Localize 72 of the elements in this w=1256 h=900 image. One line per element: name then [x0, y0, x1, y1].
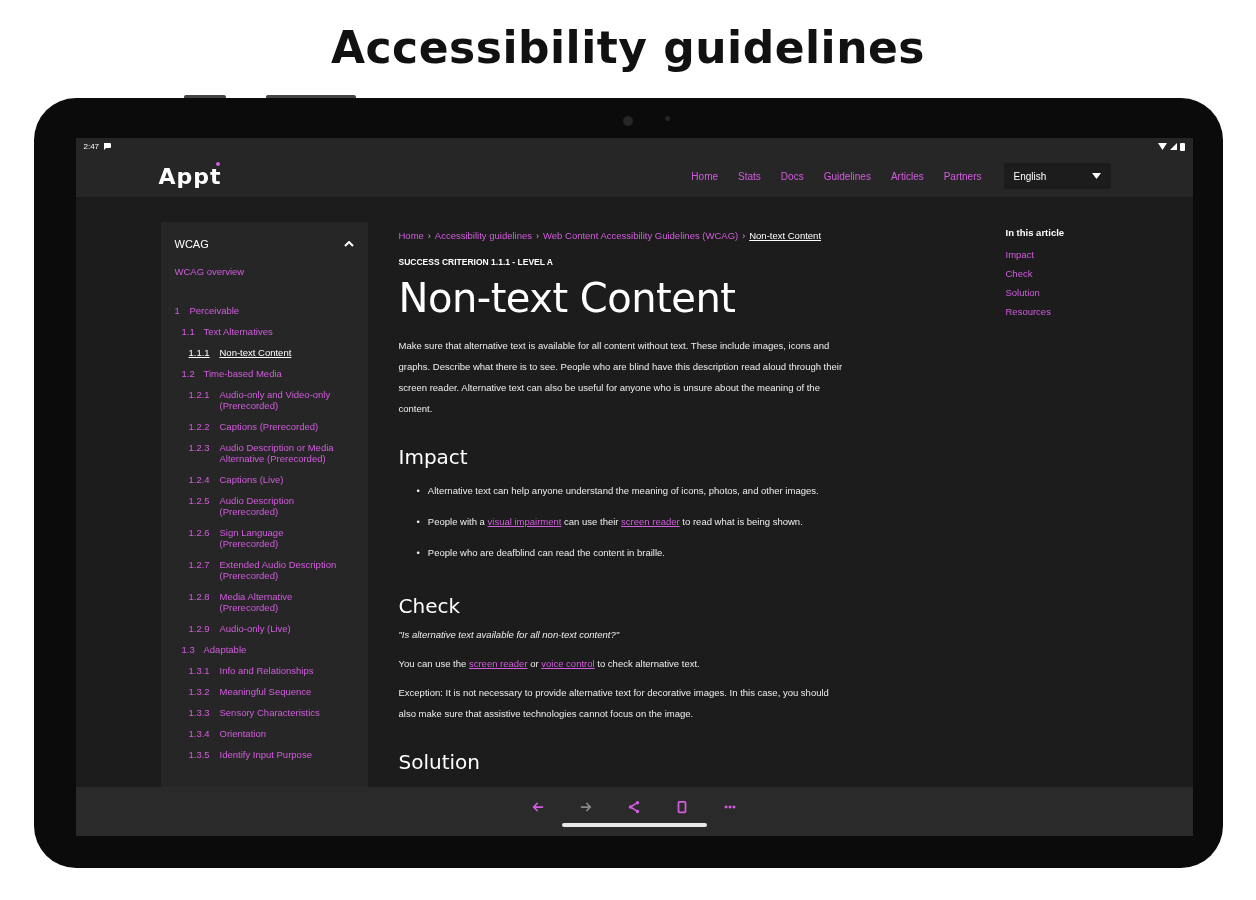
sidebar-link[interactable]: WCAG overview	[174, 266, 245, 277]
breadcrumb-separator: ›	[536, 230, 539, 241]
text-link[interactable]: visual impairment	[487, 515, 562, 527]
battery-icon	[1179, 142, 1185, 151]
sidebar-link[interactable]: 1.3.2 Meaningful Sequence	[188, 686, 312, 697]
sensor-icon	[664, 116, 670, 121]
tablet-icon	[675, 799, 689, 814]
sidebar-toggle[interactable]: WCAG	[174, 222, 354, 266]
sidebar-link[interactable]: 1.2.4 Captions (Live)	[188, 474, 284, 485]
bullet-marker: •	[416, 485, 420, 496]
sidebar-link[interactable]: 1.3.5 Identify Input Purpose	[188, 749, 312, 760]
breadcrumb-link[interactable]: Web Content Accessibility Guidelines (WCAG)	[543, 230, 739, 241]
status-time: 2:47	[83, 142, 100, 151]
text-link[interactable]: voice control	[541, 658, 595, 669]
bullet-text: People who are deafblind can read the content in braille.	[427, 546, 665, 559]
nav-link[interactable]: Stats	[738, 170, 761, 182]
camera-icon	[622, 116, 633, 126]
breadcrumb-link[interactable]: Non-text Content	[749, 230, 822, 241]
article-title: Non-text Content	[398, 275, 737, 321]
share-icon	[627, 799, 641, 814]
toc-link[interactable]: Resources	[1005, 306, 1065, 317]
toc-link[interactable]: Check	[1005, 268, 1065, 279]
check-question: "Is alternative text available for all non-text content?"	[398, 628, 621, 642]
bullet-text: People with a visual impairment can use their screen reader to read what is being shown.	[427, 515, 803, 528]
appt-logo[interactable]: Appt	[158, 163, 222, 189]
text-link[interactable]: screen reader	[468, 658, 528, 669]
sidebar-link[interactable]: 1.3.1 Info and Relationships	[188, 665, 314, 676]
section-heading: Check	[398, 594, 462, 618]
sidebar-link[interactable]: 1.2 Time-based Media	[181, 368, 282, 379]
sidebar-link[interactable]: 1.2.6 Sign Language (Prerecorded)	[188, 527, 338, 549]
sidebar-link[interactable]: 1.2.9 Audio-only (Live)	[188, 623, 291, 634]
section-heading: Solution	[398, 750, 481, 774]
bullet-marker: •	[416, 516, 420, 527]
nav-link[interactable]: Guidelines	[823, 170, 871, 182]
signal-icon	[1169, 143, 1177, 150]
sidebar-link[interactable]: 1.3.3 Sensory Characteristics	[188, 707, 320, 718]
sidebar-link[interactable]: 1 Perceivable	[174, 305, 240, 316]
sidebar-link[interactable]: 1.2.5 Audio Description (Prerecorded)	[188, 495, 338, 517]
text-link[interactable]: screen reader	[621, 515, 680, 527]
language-select[interactable]: English	[1003, 163, 1111, 189]
sidebar-link[interactable]: 1.2.7 Extended Audio Description (Prerecorded)	[188, 559, 338, 581]
chevron-icon	[343, 241, 354, 247]
section-heading: Impact	[398, 445, 469, 469]
nav-link[interactable]: Articles	[890, 170, 924, 182]
toc-link[interactable]: Impact	[1005, 249, 1065, 260]
sidebar-link[interactable]: 1.1 Text Alternatives	[181, 326, 273, 337]
sidebar-link[interactable]: 1.3 Adaptable	[181, 644, 247, 655]
body-paragraph: Exception: It is not necessary to provide alternative text for decorative images. In this case, you should also make sure that assistive technologies cannot focus on the image.	[398, 686, 830, 721]
bullet-text: Alternative text can help anyone understand the meaning of icons, photos, and other images.	[427, 484, 819, 497]
criterion-label: SUCCESS CRITERION 1.1.1 - LEVEL A	[398, 257, 554, 267]
wifi-icon	[1157, 143, 1167, 150]
caret-icon	[1091, 173, 1101, 179]
toc-title: In this article	[1005, 227, 1065, 238]
nav-link[interactable]: Docs	[780, 170, 804, 182]
body-paragraph: You can use the screen reader or voice control to check alternative text.	[398, 657, 701, 671]
nav-link[interactable]: Home	[691, 170, 719, 182]
sidebar-link[interactable]: 1.3.4 Orientation	[188, 728, 266, 739]
bullet-marker: •	[416, 547, 420, 558]
sidebar-link[interactable]: 1.2.8 Media Alternative (Prerecorded)	[188, 591, 338, 613]
toc-link[interactable]: Solution	[1005, 287, 1065, 298]
sidebar-link[interactable]: 1.2.2 Captions (Prerecorded)	[188, 421, 319, 432]
nav-link[interactable]: Partners	[943, 170, 982, 182]
page-title: Accessibility guidelines	[330, 22, 926, 75]
sidebar-link[interactable]: 1.2.1 Audio-only and Video-only (Prerecorded)	[188, 389, 338, 411]
sidebar-link[interactable]: 1.1.1 Non-text Content	[188, 347, 292, 358]
body-paragraph: Make sure that alternative text is available for all content without text. These include images, icons and graphs. Describe what there is to see. People who are blind have this description read aloud through their screen reader. Alternative text can also be useful for anyone who is unsure about the meaning of the content.	[398, 339, 844, 416]
sidebar-link[interactable]: 1.2.3 Audio Description or Media Alternative (Prerecorded)	[188, 442, 338, 464]
breadcrumb-separator: ›	[427, 230, 431, 241]
breadcrumb-separator: ›	[742, 230, 746, 241]
message-icon	[103, 143, 112, 150]
breadcrumb-link[interactable]: Accessibility guidelines	[434, 230, 532, 241]
breadcrumb-link[interactable]: Home	[398, 230, 424, 241]
